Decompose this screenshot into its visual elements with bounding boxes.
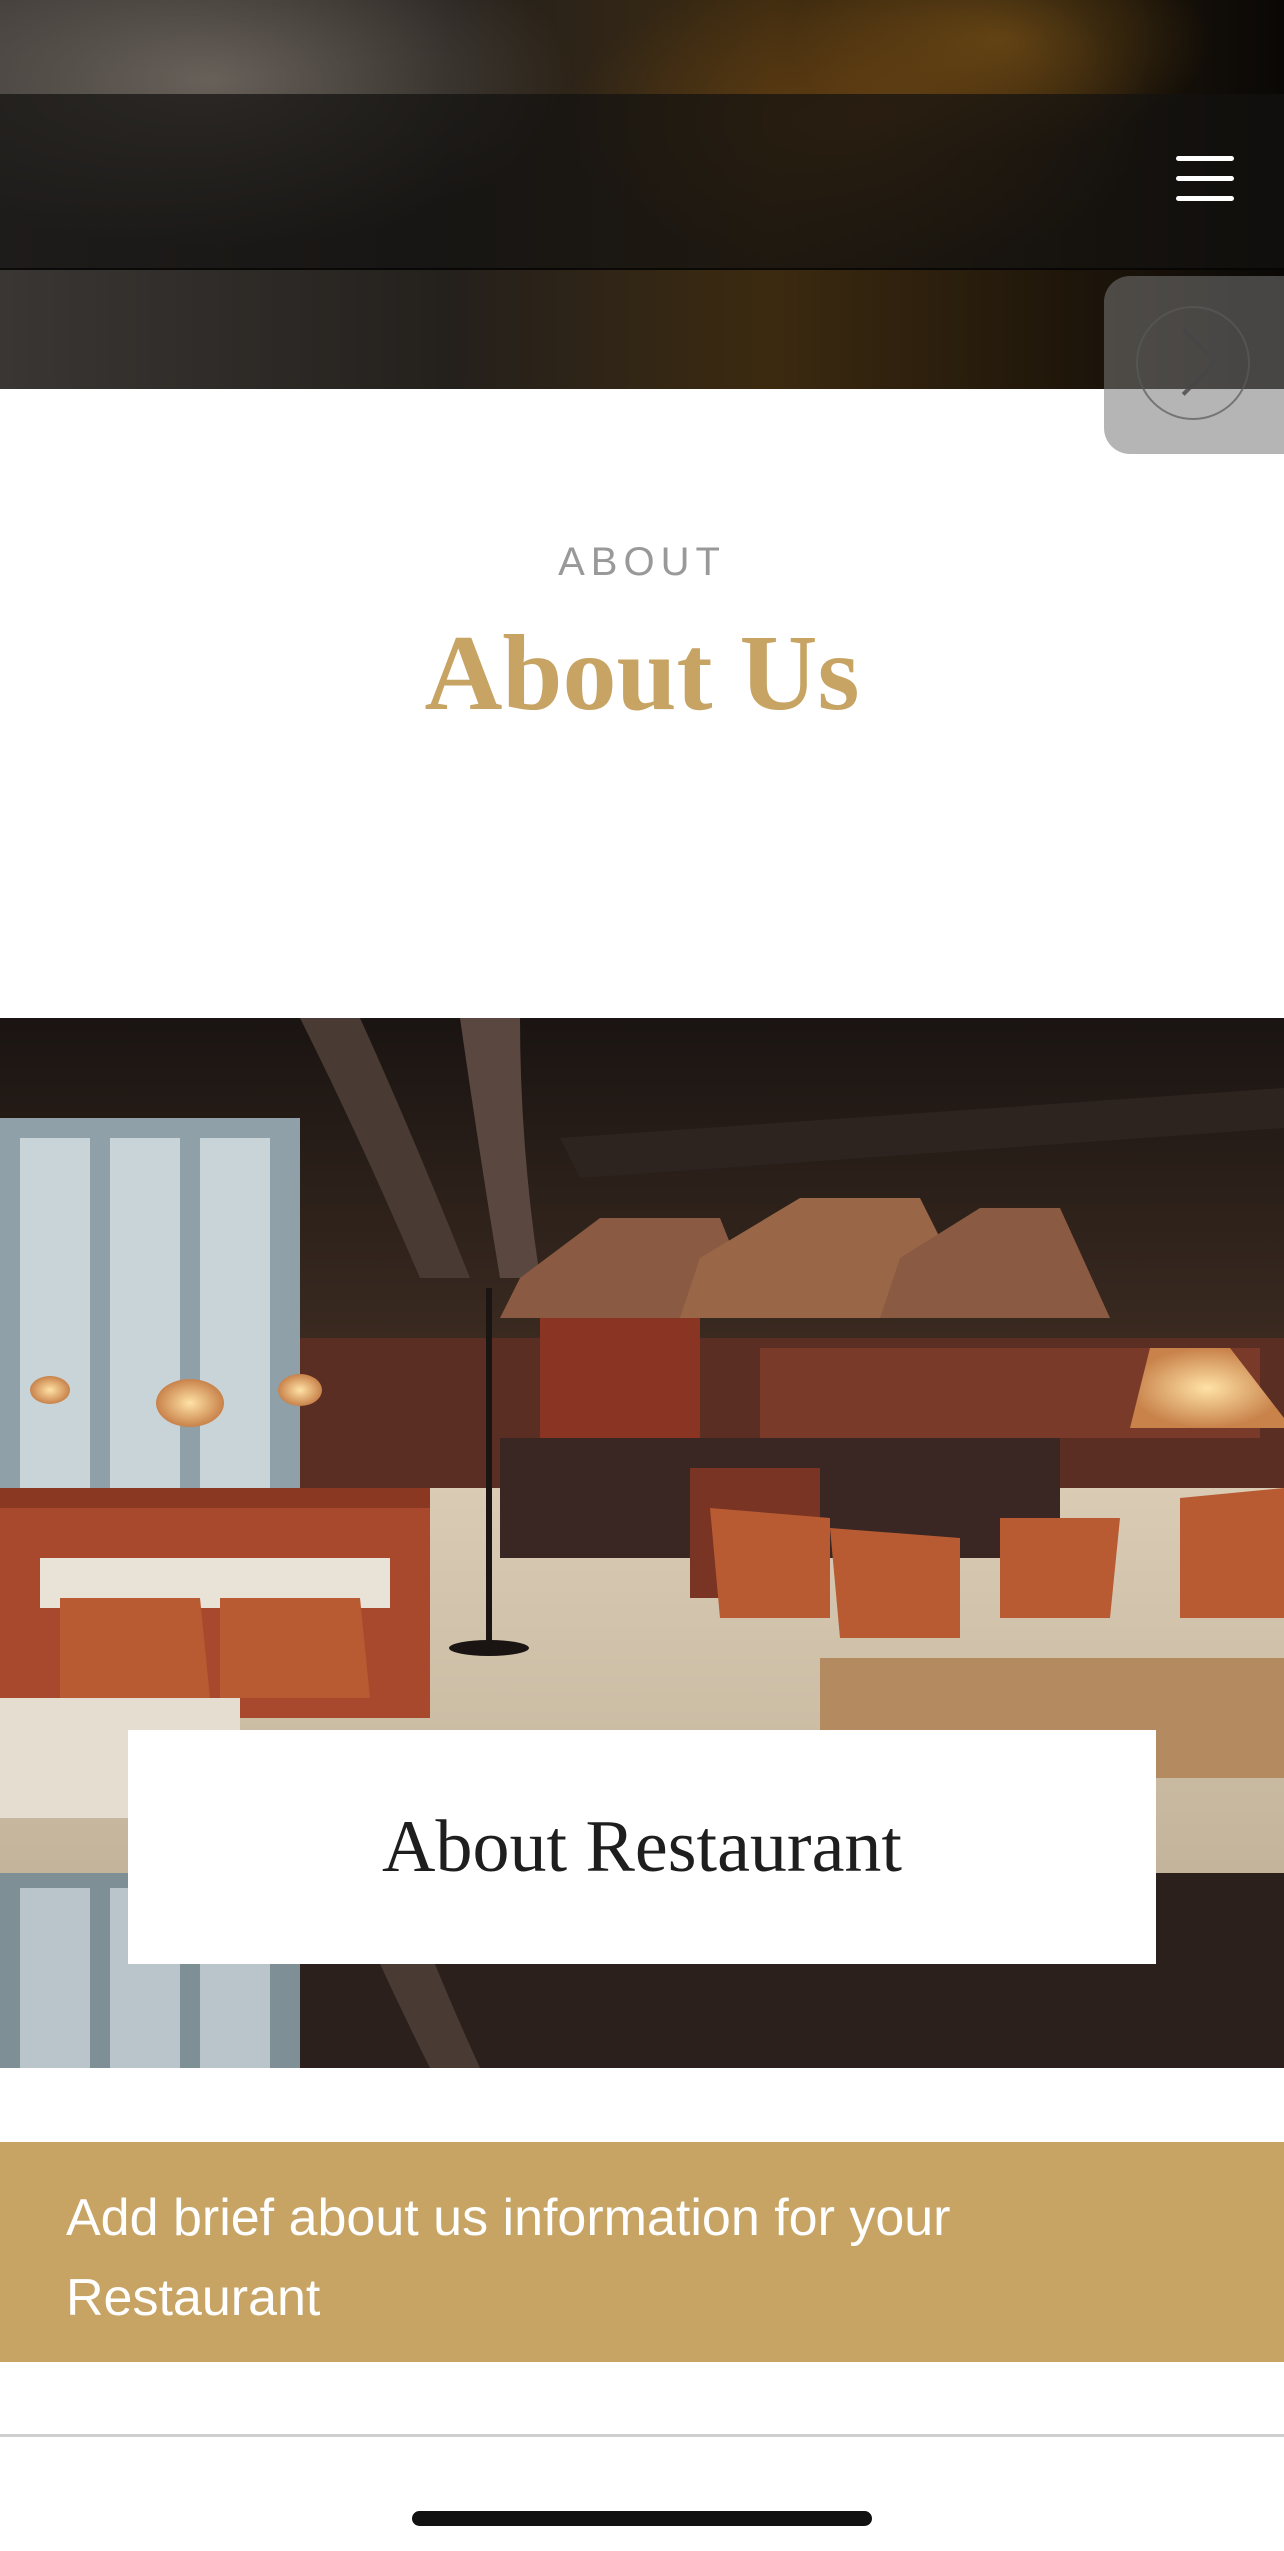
bottom-divider (0, 2434, 1284, 2437)
card-title: About Restaurant (382, 1805, 902, 1888)
page-title: About Us (424, 614, 860, 733)
menu-line (1176, 176, 1234, 181)
hamburger-menu-icon[interactable] (1176, 152, 1236, 206)
about-brief-banner: Add brief about us information for your … (0, 2142, 1284, 2362)
menu-line (1176, 196, 1234, 201)
section-eyebrow: ABOUT (558, 540, 726, 584)
banner-text: Add brief about us information for your … (66, 2189, 951, 2327)
menu-line (1176, 156, 1234, 161)
top-navigation-bar (0, 94, 1284, 270)
home-indicator[interactable] (412, 2511, 872, 2526)
next-slide-button[interactable] (1104, 276, 1284, 454)
about-restaurant-card: About Restaurant (128, 1730, 1156, 1964)
